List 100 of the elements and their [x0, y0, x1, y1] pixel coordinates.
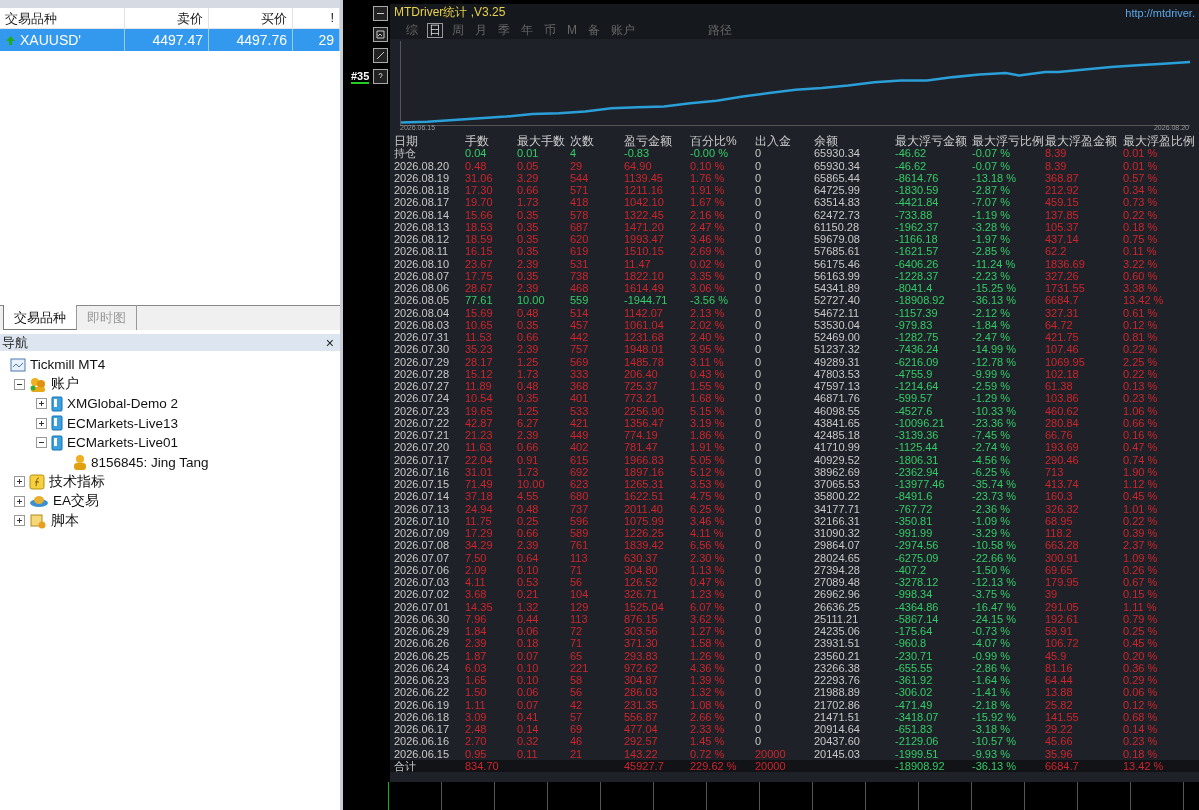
tab[interactable]: 交易品种 — [3, 305, 77, 331]
table-cell-text: 2026.07.28 — [394, 367, 451, 380]
table-cell-text: 39 — [1045, 588, 1059, 601]
table-cell-text: 31.01 — [465, 465, 494, 478]
toolbar-icon[interactable] — [373, 69, 388, 84]
table-cell-text: 20000 — [755, 759, 787, 772]
table-cell-text: -2.59 % — [972, 380, 1011, 393]
column-header: 最大手数 — [517, 135, 566, 148]
table-cell-text: 1322.45 — [624, 208, 665, 221]
table-cell-text: 460.62 — [1045, 404, 1080, 417]
tree-item[interactable]: 8156845: Jing Tang — [91, 454, 209, 470]
table-cell-text: 106.72 — [1045, 637, 1080, 650]
table-cell-text: 303.56 — [624, 625, 659, 638]
toolbar-icon[interactable] — [373, 48, 388, 63]
table-cell-text: 137.85 — [1045, 208, 1080, 221]
table-cell-text: 192.61 — [1045, 612, 1080, 625]
collapse-icon[interactable] — [36, 437, 47, 449]
table-cell-text: 合计 — [394, 759, 417, 772]
table-cell-text: 0 — [755, 147, 763, 160]
table-cell-text: -651.83 — [895, 723, 934, 736]
table-cell-text: 42 — [570, 698, 584, 711]
table-cell-text: 28.17 — [465, 355, 494, 368]
table-cell-text: 1622.51 — [624, 490, 665, 503]
table-cell-text: 20437.60 — [814, 735, 861, 748]
table-cell-text: -1166.18 — [895, 233, 939, 246]
table-cell-text: -767.72 — [895, 502, 934, 515]
table-cell-text: 20000 — [755, 747, 787, 760]
table-cell-text: 14.35 — [465, 600, 494, 613]
collapse-icon[interactable] — [14, 378, 25, 390]
table-cell-text: -8614.76 — [895, 171, 940, 184]
table-cell-text: -23.73 % — [972, 490, 1018, 503]
expand-icon[interactable] — [36, 417, 47, 429]
table-cell-text: 3.11 % — [690, 355, 725, 368]
column-header: 出入金 — [755, 135, 792, 148]
table-cell-text: -0.00 % — [690, 147, 729, 160]
table-cell-text: -1157.39 — [895, 306, 939, 319]
table-cell-text: 13.42 % — [1123, 294, 1165, 307]
tree-item[interactable]: XMGlobal-Demo 2 — [67, 396, 179, 412]
table-cell-text: 0.26 % — [1123, 563, 1159, 576]
expand-icon[interactable] — [14, 515, 25, 527]
table-cell-text: 2026.07.16 — [394, 465, 451, 478]
table-cell-text: 2026.07.30 — [394, 343, 451, 356]
table-cell-text: 2026.07.09 — [394, 527, 451, 540]
toolbar-icon[interactable] — [373, 27, 388, 42]
tree-item[interactable]: 技术指标 — [49, 472, 105, 491]
table-cell-text: 0 — [755, 527, 763, 540]
toolbar-icon[interactable] — [373, 6, 388, 21]
tree-item[interactable]: ECMarkets-Live13 — [67, 415, 179, 431]
table-cell-text: 65930.34 — [814, 147, 861, 160]
table-cell-text: 286.03 — [624, 686, 659, 699]
tree-item[interactable]: 脚本 — [51, 511, 79, 530]
tree-item[interactable]: EA交易 — [53, 492, 99, 511]
table-cell-text: -1.09 % — [972, 514, 1011, 527]
table-cell-text: -4.07 % — [972, 637, 1011, 650]
hat-icon — [29, 494, 49, 509]
tree-item[interactable]: 账户 — [51, 375, 79, 394]
close-button[interactable]: × — [325, 334, 334, 351]
table-cell-text: 1.67 % — [690, 196, 726, 209]
table-cell-text: 0.06 — [517, 625, 540, 638]
table-cell-text: 2026.06.26 — [394, 637, 451, 650]
expand-icon[interactable] — [36, 398, 47, 410]
table-cell-text: 1142.07 — [624, 306, 664, 319]
table-cell-text: 0.22 % — [1123, 343, 1159, 356]
table-cell-text: 2026.07.03 — [394, 576, 451, 589]
table-cell-text: 0.60 % — [1123, 269, 1159, 282]
table-cell-text: 774.19 — [624, 429, 659, 442]
table-cell-text: 15.12 — [465, 367, 494, 380]
expand-icon[interactable] — [14, 495, 25, 507]
table-cell-text: 1231.68 — [624, 331, 665, 344]
table-cell-text: 2026.08.19 — [394, 171, 451, 184]
table-cell-text: 326.32 — [1045, 502, 1080, 515]
table-cell-text: 56 — [570, 686, 584, 699]
period-tab[interactable]: 日 — [427, 22, 443, 38]
table-cell-text: 7.50 — [465, 551, 488, 564]
table-cell-text: 0.32 — [517, 735, 540, 748]
table-cell-text: 23.67 — [465, 257, 494, 270]
table-cell-text: 6.56 % — [690, 539, 726, 552]
table-cell-text: 0.66 — [517, 331, 540, 344]
table-cell-text: 52469.00 — [814, 331, 861, 344]
table-cell-text: 2026.07.14 — [394, 490, 451, 503]
table-cell-text: 0 — [755, 233, 763, 246]
table-cell-text: 1993.47 — [624, 233, 665, 246]
table-cell-text: 327.26 — [1045, 269, 1080, 282]
table-cell-text: 2026.08.10 — [394, 257, 451, 270]
table-cell-text: 18.59 — [465, 233, 494, 246]
table-cell-text: 6684.7 — [1045, 759, 1080, 772]
tree-item[interactable]: ECMarkets-Live01 — [67, 435, 179, 451]
table-cell-text: -2362.94 — [895, 465, 940, 478]
table-cell-text: 333 — [570, 367, 590, 380]
table-cell-text: 77.61 — [465, 294, 494, 307]
website-link[interactable]: http://mtdriver. — [1125, 6, 1195, 19]
table-cell-text: 17.29 — [465, 527, 494, 540]
table-cell-text: 118.2 — [1045, 527, 1073, 540]
tree-item[interactable]: Tickmill MT4 — [30, 357, 106, 373]
table-cell-text: -36.13 % — [972, 759, 1018, 772]
table-cell-text: 3.22 % — [1123, 257, 1159, 270]
expand-icon[interactable] — [14, 476, 25, 488]
table-cell-text: 66.76 — [1045, 429, 1074, 442]
table-cell-text: -306.02 — [895, 686, 934, 699]
table-cell-text: 687 — [570, 220, 590, 233]
